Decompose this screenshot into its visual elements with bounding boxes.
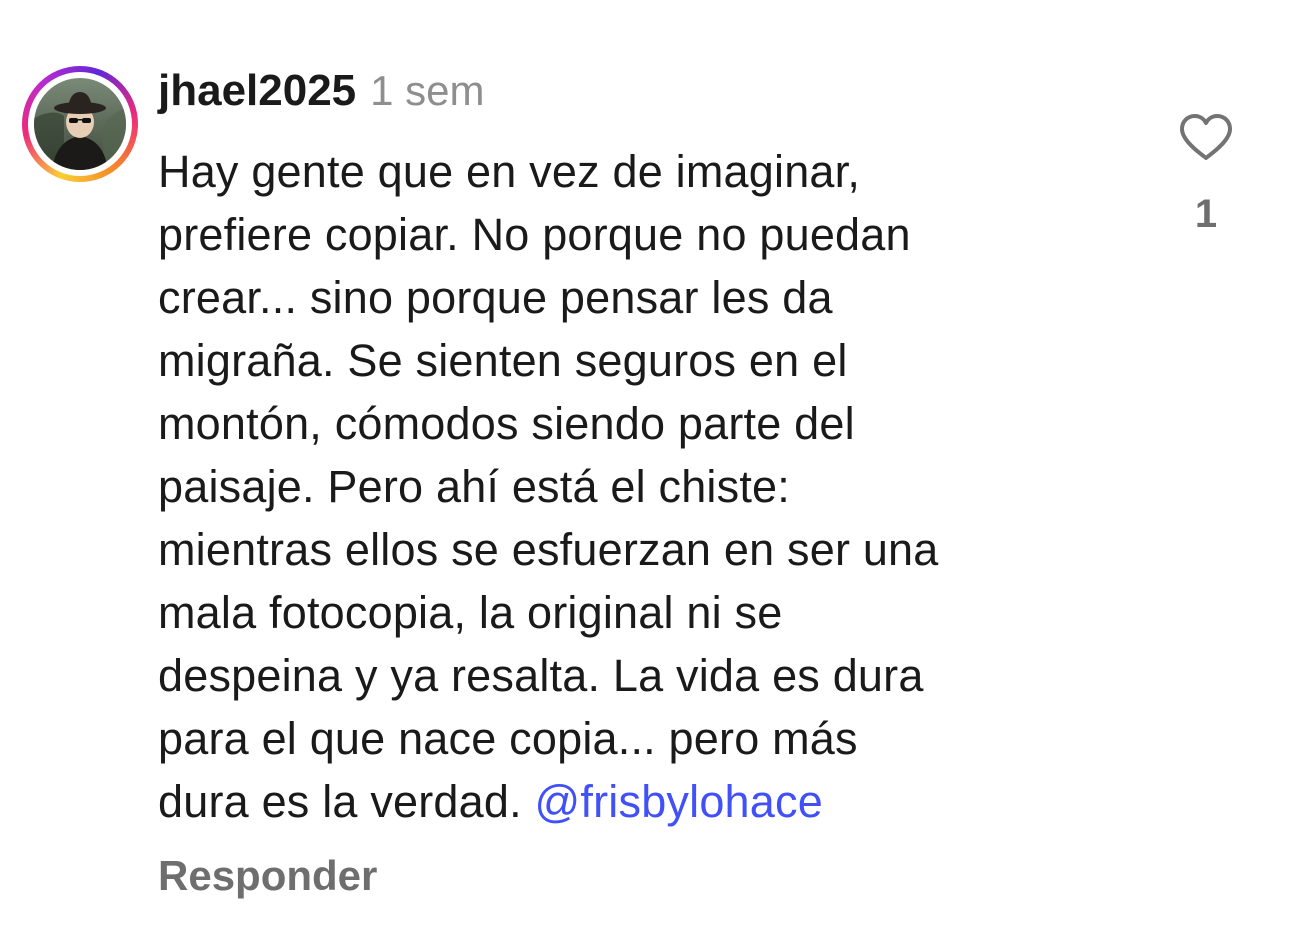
comment-line: montón, cómodos siendo parte del bbox=[158, 398, 855, 449]
comment-line: mientras ellos se esfuerzan en ser una bbox=[158, 524, 939, 575]
comment-timestamp: 1 sem bbox=[370, 67, 485, 114]
comment: jhael2025 1 sem Hay gente que en vez de … bbox=[0, 0, 1290, 942]
avatar bbox=[34, 78, 126, 170]
comment-body: Hay gente que en vez de imaginar, prefie… bbox=[158, 140, 1148, 833]
comment-line: prefiere copiar. No porque no puedan bbox=[158, 209, 911, 260]
comment-line: crear... sino porque pensar les da bbox=[158, 272, 833, 323]
comment-line: mala fotocopia, la original ni se bbox=[158, 587, 783, 638]
avatar-icon bbox=[34, 78, 126, 170]
comment-line-text: dura es la verdad. bbox=[158, 776, 535, 827]
username-link[interactable]: jhael2025 bbox=[158, 66, 356, 116]
avatar-story-ring[interactable] bbox=[22, 66, 138, 182]
reply-button[interactable]: Responder bbox=[158, 852, 377, 900]
mention-link[interactable]: @frisbylohace bbox=[535, 776, 823, 827]
comment-last-line: dura es la verdad. @frisbylohace bbox=[158, 770, 1148, 833]
comment-line: paisaje. Pero ahí está el chiste: bbox=[158, 461, 790, 512]
like-count: 1 bbox=[1194, 192, 1218, 236]
comment-line: migraña. Se sienten seguros en el bbox=[158, 335, 848, 386]
comment-line: Hay gente que en vez de imaginar, bbox=[158, 146, 861, 197]
avatar-ring-gap bbox=[28, 72, 132, 176]
like-button[interactable] bbox=[1176, 112, 1236, 162]
comment-header: jhael2025 1 sem bbox=[158, 66, 485, 126]
heart-outline-icon bbox=[1180, 114, 1232, 160]
comment-line: despeina y ya resalta. La vida es dura bbox=[158, 650, 924, 701]
comment-line: para el que nace copia... pero más bbox=[158, 713, 858, 764]
